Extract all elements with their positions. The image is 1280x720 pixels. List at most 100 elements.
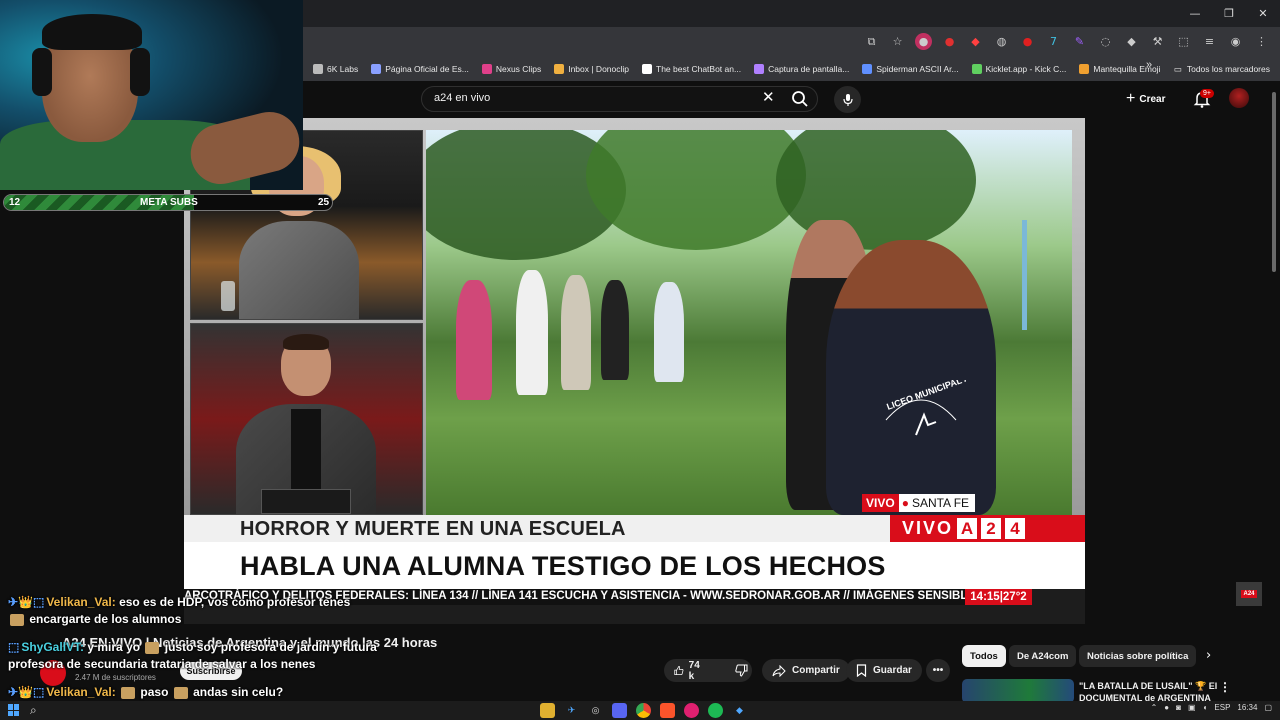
bookmark-favicon-icon xyxy=(313,64,323,74)
extension-icon[interactable]: ◆ xyxy=(967,33,984,50)
bookmark-favicon-icon xyxy=(481,64,492,74)
search-icon[interactable] xyxy=(790,89,810,109)
bookmark-item[interactable]: The best ChatBot an... xyxy=(642,64,741,74)
taskbar-search-icon[interactable]: ⌕ xyxy=(30,703,37,718)
app-icon[interactable] xyxy=(684,703,699,718)
subscriber-count: 2.47 M de suscriptores xyxy=(75,673,156,682)
bookmark-item[interactable]: Captura de pantalla... xyxy=(754,64,849,74)
chat-text: paso xyxy=(140,685,169,699)
windows-start-icon[interactable] xyxy=(8,704,20,716)
headline-main: HABLA UNA ALUMNA TESTIGO DE LOS HECHOS xyxy=(240,551,886,581)
chat-badges-icon: ✈👑⬚ xyxy=(8,685,45,699)
save-button[interactable]: Guardar xyxy=(846,659,922,682)
extension-icon[interactable]: ● xyxy=(1019,33,1036,50)
extensions-puzzle-icon[interactable]: ⬚ xyxy=(1175,33,1192,50)
a24-logo: A24 xyxy=(1241,590,1257,598)
app-icon[interactable]: ✈ xyxy=(564,703,579,718)
chip-todos[interactable]: Todos xyxy=(962,645,1006,667)
network-icon[interactable]: ▣ xyxy=(1188,703,1196,712)
bookmark-item[interactable]: 6K Labs xyxy=(313,64,358,74)
extension-icon[interactable]: 7 xyxy=(1045,33,1062,50)
minimize-button[interactable]: — xyxy=(1178,0,1212,27)
browser-menu-icon[interactable]: ⋮ xyxy=(1253,33,1270,50)
app-icon[interactable]: ◎ xyxy=(588,703,603,718)
all-bookmarks-label: Todos los marcadores xyxy=(1186,64,1270,74)
share-button[interactable]: Compartir xyxy=(762,659,850,682)
chrome-icon[interactable] xyxy=(636,703,651,718)
chat-emote-icon xyxy=(121,686,136,699)
microphone-tray-icon[interactable]: ● xyxy=(1164,703,1169,712)
extension-icon[interactable]: ◍ xyxy=(993,33,1010,50)
bookmarks-bar: 6K Labs Página Oficial de Es... Nexus Cl… xyxy=(303,57,1280,81)
bookmark-favicon-icon xyxy=(971,64,982,74)
share-icon xyxy=(772,664,786,677)
location-label: ● SANTA FE xyxy=(898,494,976,512)
maximize-button[interactable]: ❐ xyxy=(1212,0,1246,27)
tab-search-icon[interactable]: ≡ xyxy=(1201,33,1218,50)
clock[interactable]: 16:34 xyxy=(1237,703,1257,712)
search-query[interactable]: a24 en vivo xyxy=(434,92,490,104)
close-window-button[interactable]: ✕ xyxy=(1246,0,1280,27)
chat-badges-icon: ✈👑⬚ xyxy=(8,595,45,609)
chevron-right-icon[interactable]: › xyxy=(1206,648,1211,663)
taskbar-apps: ✈ ◎ ◆ xyxy=(540,703,747,718)
page-scrollbar[interactable] xyxy=(1272,92,1276,272)
profile-icon[interactable]: ◉ xyxy=(1227,33,1244,50)
discord-icon[interactable] xyxy=(612,703,627,718)
like-button[interactable]: 74 k xyxy=(664,659,713,682)
live-location-tag: VIVO ● SANTA FE xyxy=(862,494,976,512)
chat-badges-icon: ⬚ xyxy=(8,640,20,654)
bookmark-item[interactable]: Kicklet.app - Kick C... xyxy=(971,64,1066,74)
chat-text: y mira yo xyxy=(87,640,141,654)
subs-goal-target: 25 xyxy=(318,197,330,208)
chip-de-a24com[interactable]: De A24com xyxy=(1009,645,1077,667)
extension-icon[interactable]: ◌ xyxy=(1097,33,1114,50)
chat-text: eso es de HDP, vos como profesor tenes xyxy=(119,595,351,609)
brave-icon[interactable] xyxy=(660,703,675,718)
notifications-badge: 9+ xyxy=(1200,89,1214,98)
bookmark-favicon-icon xyxy=(371,64,382,74)
chip-noticias-politica[interactable]: Noticias sobre política xyxy=(1079,645,1197,667)
bookmark-item[interactable]: Página Oficial de Es... xyxy=(371,64,469,74)
a24-corner-button[interactable]: A24 xyxy=(1236,582,1262,606)
window-controls: — ❐ ✕ xyxy=(1178,0,1280,27)
dislike-button[interactable] xyxy=(725,659,758,682)
streamer-hair xyxy=(42,14,142,50)
bookmark-item[interactable]: Inbox | Donoclip xyxy=(554,64,629,74)
voice-search-button[interactable] xyxy=(834,86,861,113)
headset-left-icon xyxy=(32,48,52,96)
cast-icon[interactable]: ⧉ xyxy=(863,33,880,50)
microphone-icon xyxy=(842,93,853,106)
extension-icon[interactable]: ● xyxy=(915,33,932,50)
extension-icon[interactable]: ● xyxy=(941,33,958,50)
bookmark-star-icon[interactable]: ☆ xyxy=(889,33,906,50)
extension-icon[interactable]: ✎ xyxy=(1071,33,1088,50)
subs-goal-current: 12 xyxy=(9,197,21,208)
tray-expand-icon[interactable]: ⌃ xyxy=(1151,703,1158,712)
notification-center-icon[interactable]: ▢ xyxy=(1264,703,1272,712)
location-text: SANTA FE xyxy=(911,496,970,510)
file-explorer-icon[interactable] xyxy=(540,703,555,718)
like-dislike-group: 74 k xyxy=(664,659,752,682)
account-avatar[interactable] xyxy=(1229,88,1249,108)
volume-icon[interactable]: ◖ xyxy=(1203,703,1208,712)
live-label: VIVO xyxy=(862,494,899,512)
chat-text: andas sin celu? xyxy=(193,685,284,699)
all-bookmarks-button[interactable]: ▭ Todos los marcadores xyxy=(1174,57,1270,81)
clear-search-icon[interactable]: ✕ xyxy=(762,88,775,106)
tray-app-icon[interactable]: ◙ xyxy=(1176,703,1181,712)
bookmarks-overflow-button[interactable]: » xyxy=(1146,59,1152,71)
create-button[interactable]: + Crear xyxy=(1126,90,1165,108)
spotify-icon[interactable] xyxy=(708,703,723,718)
bookmark-favicon-icon xyxy=(1079,64,1090,74)
more-actions-button[interactable]: ••• xyxy=(926,659,950,682)
language-indicator[interactable]: ESP xyxy=(1214,703,1230,712)
recommended-thumbnail[interactable] xyxy=(962,679,1074,703)
app-icon[interactable]: ◆ xyxy=(732,703,747,718)
recommended-more-icon[interactable]: ⋮ xyxy=(1219,680,1231,694)
bookmark-item[interactable]: Spiderman ASCII Ar... xyxy=(862,64,959,74)
bookmark-item[interactable]: Nexus Clips xyxy=(481,64,541,74)
extension-icon[interactable]: ◆ xyxy=(1123,33,1140,50)
extension-icon[interactable]: ⚒ xyxy=(1149,33,1166,50)
brand-letter: 2 xyxy=(981,518,1002,539)
